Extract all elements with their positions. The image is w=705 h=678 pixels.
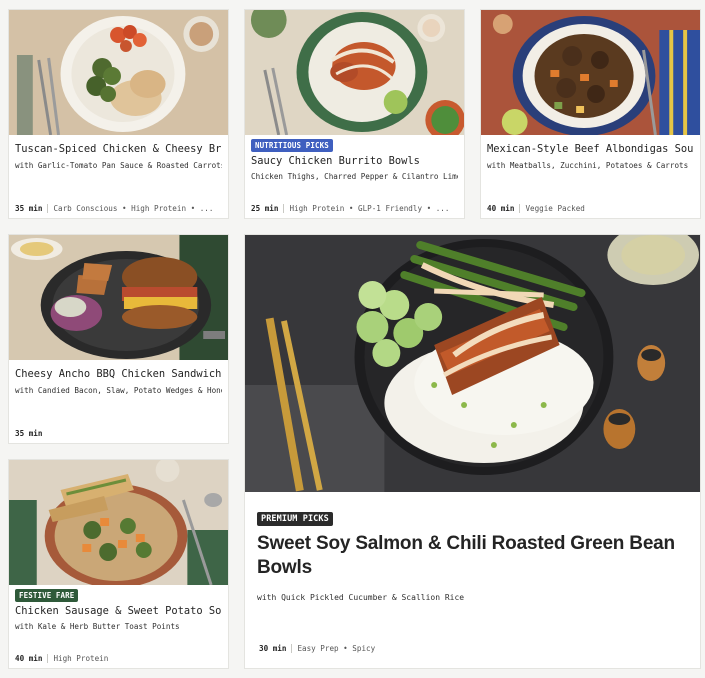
recipe-card-burrito-bowls[interactable]: NUTRITIOUS PICKS Saucy Chicken Burrito B… <box>244 9 465 219</box>
recipe-tags: Veggie Packed <box>525 204 585 213</box>
recipe-title[interactable]: Chicken Sausage & Sweet Potato Soup <box>15 605 222 617</box>
nutritious-picks-badge: NUTRITIOUS PICKS <box>251 139 333 152</box>
recipe-photo <box>9 460 228 585</box>
recipe-tags: Carb Conscious • High Protein • ... <box>53 204 214 213</box>
recipe-photo <box>9 235 228 360</box>
recipe-photo <box>245 235 700 492</box>
recipe-title[interactable]: Saucy Chicken Burrito Bowls <box>251 155 458 167</box>
festive-fare-badge: FESTIVE FARE <box>15 589 79 602</box>
recipe-subtitle: with Kale & Herb Butter Toast Points <box>15 622 180 631</box>
recipe-meta: 25 min High Protein • GLP-1 Friendly • .… <box>251 204 458 213</box>
recipe-photo <box>245 10 464 135</box>
cook-time: 35 min <box>15 429 43 438</box>
cook-time: 35 min <box>15 204 43 213</box>
featured-recipe-subtitle: with Quick Pickled Cucumber & Scallion R… <box>257 593 465 602</box>
recipe-title[interactable]: Cheesy Ancho BBQ Chicken Sandwiches <box>15 368 222 380</box>
meta-divider <box>291 644 293 653</box>
recipe-card-albondigas-soup[interactable]: Mexican-Style Beef Albondigas Soup with … <box>480 9 701 219</box>
recipe-meta: 35 min Carb Conscious • High Protein • .… <box>15 204 222 213</box>
recipe-card-sweet-potato-soup[interactable]: FESTIVE FARE Chicken Sausage & Sweet Pot… <box>8 459 229 669</box>
meta-divider <box>47 204 49 213</box>
featured-recipe-title[interactable]: Sweet Soy Salmon & Chili Roasted Green B… <box>257 532 680 580</box>
recipe-subtitle: with Candied Bacon, Slaw, Potato Wedges … <box>15 386 222 395</box>
recipe-subtitle: with Meatballs, Zucchini, Potatoes & Car… <box>487 161 689 170</box>
featured-recipe-meta: 30 min Easy Prep • Spicy <box>259 644 694 653</box>
recipe-meta: 40 min High Protein <box>15 654 222 663</box>
recipe-title[interactable]: Mexican-Style Beef Albondigas Soup <box>487 143 694 155</box>
meta-divider <box>47 654 49 663</box>
recipe-meta: 40 min Veggie Packed <box>487 204 694 213</box>
recipe-tags: Easy Prep • Spicy <box>297 644 376 653</box>
recipe-tags: High Protein <box>53 654 109 663</box>
cook-time: 40 min <box>487 204 515 213</box>
cook-time: 40 min <box>15 654 43 663</box>
recipe-tags: High Protein • GLP-1 Friendly • ... <box>289 204 450 213</box>
recipe-meta: 35 min <box>15 429 222 438</box>
meta-divider <box>283 204 285 213</box>
recipe-card-featured-salmon[interactable]: PREMIUM PICKS Sweet Soy Salmon & Chili R… <box>244 234 701 669</box>
recipe-card-bbq-chicken-sandwiches[interactable]: Cheesy Ancho BBQ Chicken Sandwiches with… <box>8 234 229 444</box>
premium-picks-badge: PREMIUM PICKS <box>257 512 333 526</box>
meta-divider <box>519 204 521 213</box>
recipe-photo <box>9 10 228 135</box>
recipe-photo <box>481 10 700 135</box>
cook-time: 30 min <box>259 644 287 653</box>
recipe-subtitle: Chicken Thighs, Charred Pepper & Cilantr… <box>251 172 458 181</box>
recipe-subtitle: with Garlic-Tomato Pan Sauce & Roasted C… <box>15 161 222 170</box>
recipe-title[interactable]: Tuscan-Spiced Chicken & Cheesy Broccoli <box>15 143 222 155</box>
cook-time: 25 min <box>251 204 279 213</box>
recipe-card-tuscan-chicken[interactable]: Tuscan-Spiced Chicken & Cheesy Broccoli … <box>8 9 229 219</box>
